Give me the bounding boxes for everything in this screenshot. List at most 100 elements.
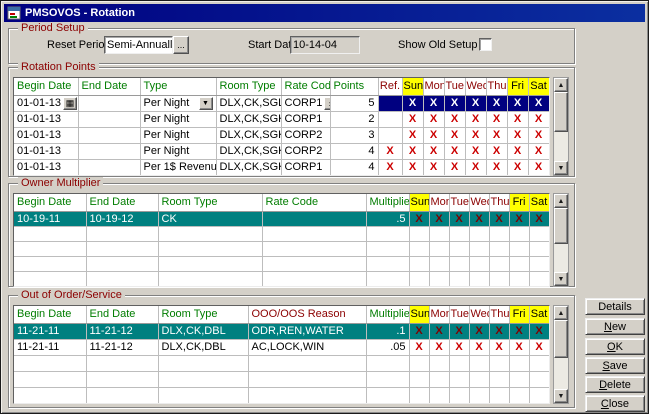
col-tue: Tue	[449, 306, 469, 323]
scroll-down-button[interactable]: ▼	[554, 272, 568, 286]
table-row[interactable]: 01-01-13▦ Per Night▼ DLX,CK,SGL CORP1± 5…	[14, 95, 549, 111]
rate-code-value: CORP1	[285, 97, 323, 109]
details-button[interactable]: Details	[585, 298, 645, 315]
titlebar[interactable]: PMSOVOS - Rotation	[4, 4, 645, 22]
col-begin-date: Begin Date	[14, 306, 86, 323]
col-room-type: Room Type	[158, 306, 248, 323]
col-type: Type	[140, 78, 216, 95]
scroll-track[interactable]	[554, 320, 568, 389]
rate-picker-button[interactable]: ±	[324, 97, 330, 110]
col-mon: Mon	[423, 78, 444, 95]
save-button[interactable]: Save	[585, 357, 645, 374]
ooo-scrollbar[interactable]: ▲ ▼	[553, 305, 569, 404]
rotation-points-group-label: Rotation Points	[18, 61, 99, 74]
table-row[interactable]: 01-01-13 Per 1$ Revenu DLX,CK,SGK,K) COR…	[14, 159, 549, 175]
type-dropdown-button[interactable]: ▼	[199, 97, 213, 110]
table-row[interactable]: 01-01-13 Per Night DLX,CK,SGK,K) CORP1 2…	[14, 111, 549, 127]
table-row[interactable]: 01-01-13 Per Night DLX,CK,SGK,K) CORP2 4…	[14, 143, 549, 159]
col-sun: Sun	[409, 194, 429, 211]
start-date-field[interactable]: 10-14-04	[290, 36, 360, 54]
day-cell[interactable]: X	[423, 95, 444, 111]
table-row[interactable]	[14, 355, 549, 371]
col-sun: Sun	[409, 306, 429, 323]
table-row[interactable]	[14, 256, 549, 271]
period-setup-group: Period Setup Reset Period Semi-Annually …	[8, 28, 575, 64]
scroll-thumb[interactable]	[554, 320, 568, 358]
col-wed: Wed	[469, 306, 489, 323]
col-multiplier: Multiplier	[366, 194, 409, 211]
rotation-scrollbar[interactable]: ▲ ▼	[553, 77, 569, 176]
col-thu: Thu	[489, 194, 509, 211]
reset-period-browse-button[interactable]: ...	[173, 36, 189, 54]
owner-multiplier-group-label: Owner Multiplier	[18, 177, 103, 190]
scroll-up-button[interactable]: ▲	[554, 306, 568, 320]
col-begin-date: Begin Date	[14, 78, 78, 95]
ok-button[interactable]: OK	[585, 338, 645, 355]
rotation-points-group: Rotation Points Begin Date End Date Type…	[8, 67, 575, 177]
col-thu: Thu	[489, 306, 509, 323]
table-row[interactable]	[14, 226, 549, 241]
day-cell[interactable]: X	[528, 95, 549, 111]
col-fri: Fri	[507, 78, 528, 95]
col-end-date: End Date	[86, 306, 158, 323]
begin-date-value: 01-01-13	[17, 97, 61, 109]
day-cell[interactable]: X	[465, 95, 486, 111]
col-sun: Sun	[402, 78, 423, 95]
app-icon	[7, 6, 21, 20]
col-ref: Ref.	[378, 78, 402, 95]
table-row[interactable]	[14, 387, 549, 403]
day-cell[interactable]: X	[486, 95, 507, 111]
col-multiplier: Multiplier	[366, 306, 409, 323]
rotation-header-row: Begin Date End Date Type Room Type Rate …	[14, 78, 549, 95]
col-mon: Mon	[429, 194, 449, 211]
table-row[interactable]: 10-19-11 10-19-12 CK .5 X X X X X X X	[14, 211, 549, 226]
rotation-points-grid: Begin Date End Date Type Room Type Rate …	[13, 77, 550, 176]
table-row[interactable]	[14, 371, 549, 387]
scroll-track[interactable]	[554, 92, 568, 161]
day-cell[interactable]: X	[402, 95, 423, 111]
delete-button[interactable]: Delete	[585, 376, 645, 393]
scroll-down-icon: ▼	[558, 276, 565, 283]
reset-period-value: Semi-Annually	[107, 39, 173, 51]
table-row[interactable]: 11-21-11 11-21-12 DLX,CK,DBL AC,LOCK,WIN…	[14, 339, 549, 355]
show-old-setup-label: Show Old Setup	[398, 39, 478, 51]
calendar-button[interactable]: ▦	[63, 97, 77, 110]
owner-multiplier-group: Owner Multiplier Begin Date End Date Roo…	[8, 183, 575, 287]
out-of-order-group: Out of Order/Service Begin Date End Date…	[8, 295, 575, 408]
scroll-down-button[interactable]: ▼	[554, 389, 568, 403]
rotation-window: PMSOVOS - Rotation Period Setup Reset Pe…	[0, 0, 649, 414]
table-row[interactable]: 11-21-11 11-21-12 DLX,CK,DBL ODR,REN,WAT…	[14, 323, 549, 339]
scroll-up-button[interactable]: ▲	[554, 78, 568, 92]
table-row[interactable]	[14, 271, 549, 286]
show-old-setup-checkbox[interactable]	[479, 38, 492, 51]
col-wed: Wed	[465, 78, 486, 95]
day-cell[interactable]: X	[444, 95, 465, 111]
col-sat: Sat	[529, 306, 549, 323]
col-rate-code: Rate Code	[281, 78, 330, 95]
col-sat: Sat	[528, 78, 549, 95]
scroll-down-icon: ▼	[558, 165, 565, 172]
col-room-type: Room Type	[216, 78, 281, 95]
scroll-thumb[interactable]	[554, 208, 568, 244]
close-button[interactable]: Close	[585, 395, 645, 412]
col-end-date: End Date	[86, 194, 158, 211]
type-value: Per Night	[144, 97, 190, 109]
owner-scrollbar[interactable]: ▲ ▼	[553, 193, 569, 287]
table-row[interactable]: 01-01-13 Per Night DLX,CK,SGK,K) CORP2 3…	[14, 127, 549, 143]
ellipsis-icon: ...	[177, 40, 185, 50]
new-button[interactable]: New	[585, 318, 645, 335]
out-of-order-group-label: Out of Order/Service	[18, 289, 125, 302]
col-end-date: End Date	[78, 78, 140, 95]
table-row[interactable]	[14, 241, 549, 256]
col-room-type: Room Type	[158, 194, 262, 211]
scroll-down-button[interactable]: ▼	[554, 161, 568, 175]
period-setup-group-label: Period Setup	[18, 22, 88, 35]
scroll-thumb[interactable]	[554, 92, 568, 132]
reset-period-combo[interactable]: Semi-Annually	[104, 36, 173, 54]
scroll-up-icon: ▲	[558, 82, 565, 89]
col-thu: Thu	[486, 78, 507, 95]
col-fri: Fri	[509, 194, 529, 211]
scroll-track[interactable]	[554, 208, 568, 272]
day-cell[interactable]: X	[507, 95, 528, 111]
scroll-up-button[interactable]: ▲	[554, 194, 568, 208]
